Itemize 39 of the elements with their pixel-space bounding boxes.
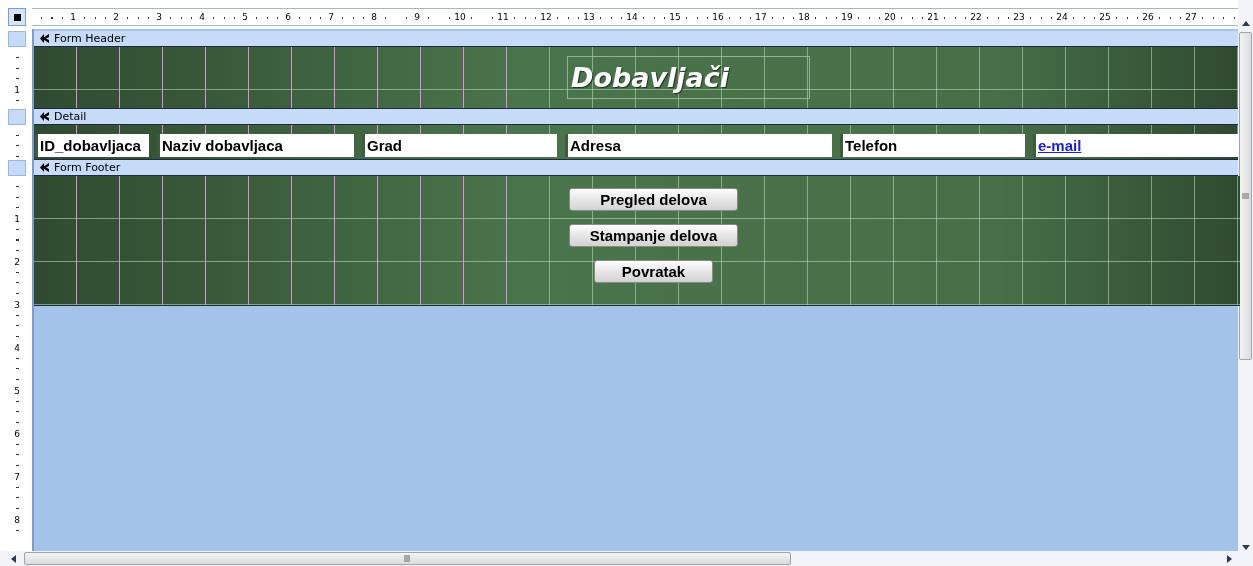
form-selector-button[interactable]	[8, 8, 26, 26]
section-header-bar[interactable]: Form Header	[34, 31, 1238, 47]
scroll-right-icon[interactable]	[1225, 554, 1233, 563]
text-field[interactable]: Adresa	[565, 134, 832, 157]
ruler-number: 6	[14, 429, 20, 439]
horizontal-scrollbar[interactable]	[0, 551, 1253, 566]
ruler-number: 5	[14, 386, 20, 396]
command-button[interactable]: Stampanje delova	[569, 224, 738, 247]
section-label: Form Header	[54, 32, 126, 45]
section-collapse-icon[interactable]	[40, 34, 50, 43]
text-field[interactable]: Telefon	[840, 134, 1025, 157]
hyperlink-field[interactable]: e-mail	[1033, 134, 1239, 157]
text-field[interactable]: Grad	[362, 134, 557, 157]
section-label: Form Footer	[54, 161, 121, 174]
form-title-label[interactable]: Dobavljači	[567, 56, 810, 99]
ruler-number: 3	[14, 300, 20, 310]
text-field[interactable]: ID_dobavljaca	[35, 134, 149, 157]
square-icon	[13, 13, 21, 21]
section-header-bar[interactable]: Detail	[34, 109, 1238, 125]
vertical-scrollbar[interactable]	[1238, 0, 1253, 551]
section-collapse-icon[interactable]	[40, 112, 50, 121]
scroll-grip-icon	[1242, 192, 1249, 200]
ruler-number: 1	[14, 214, 20, 224]
scroll-grip-icon	[404, 555, 411, 562]
command-button[interactable]: Povratak	[594, 260, 713, 283]
text-field[interactable]: Naziv dobavljaca	[157, 134, 354, 157]
section-label: Detail	[54, 110, 87, 123]
ruler-number: 7	[14, 472, 20, 482]
command-button[interactable]: Pregled delova	[569, 188, 738, 211]
ruler-number: 1	[14, 85, 20, 95]
scroll-thumb[interactable]	[1239, 32, 1252, 360]
scroll-up-icon[interactable]	[1241, 20, 1250, 28]
section-header-bar[interactable]: Form Footer	[34, 160, 1238, 176]
scroll-left-icon[interactable]	[10, 554, 18, 563]
ruler-number: 4	[14, 343, 20, 353]
section-collapse-icon[interactable]	[40, 163, 50, 172]
ruler-number: 8	[14, 515, 20, 525]
ruler-number: 2	[14, 257, 20, 267]
scroll-thumb[interactable]	[24, 552, 791, 565]
